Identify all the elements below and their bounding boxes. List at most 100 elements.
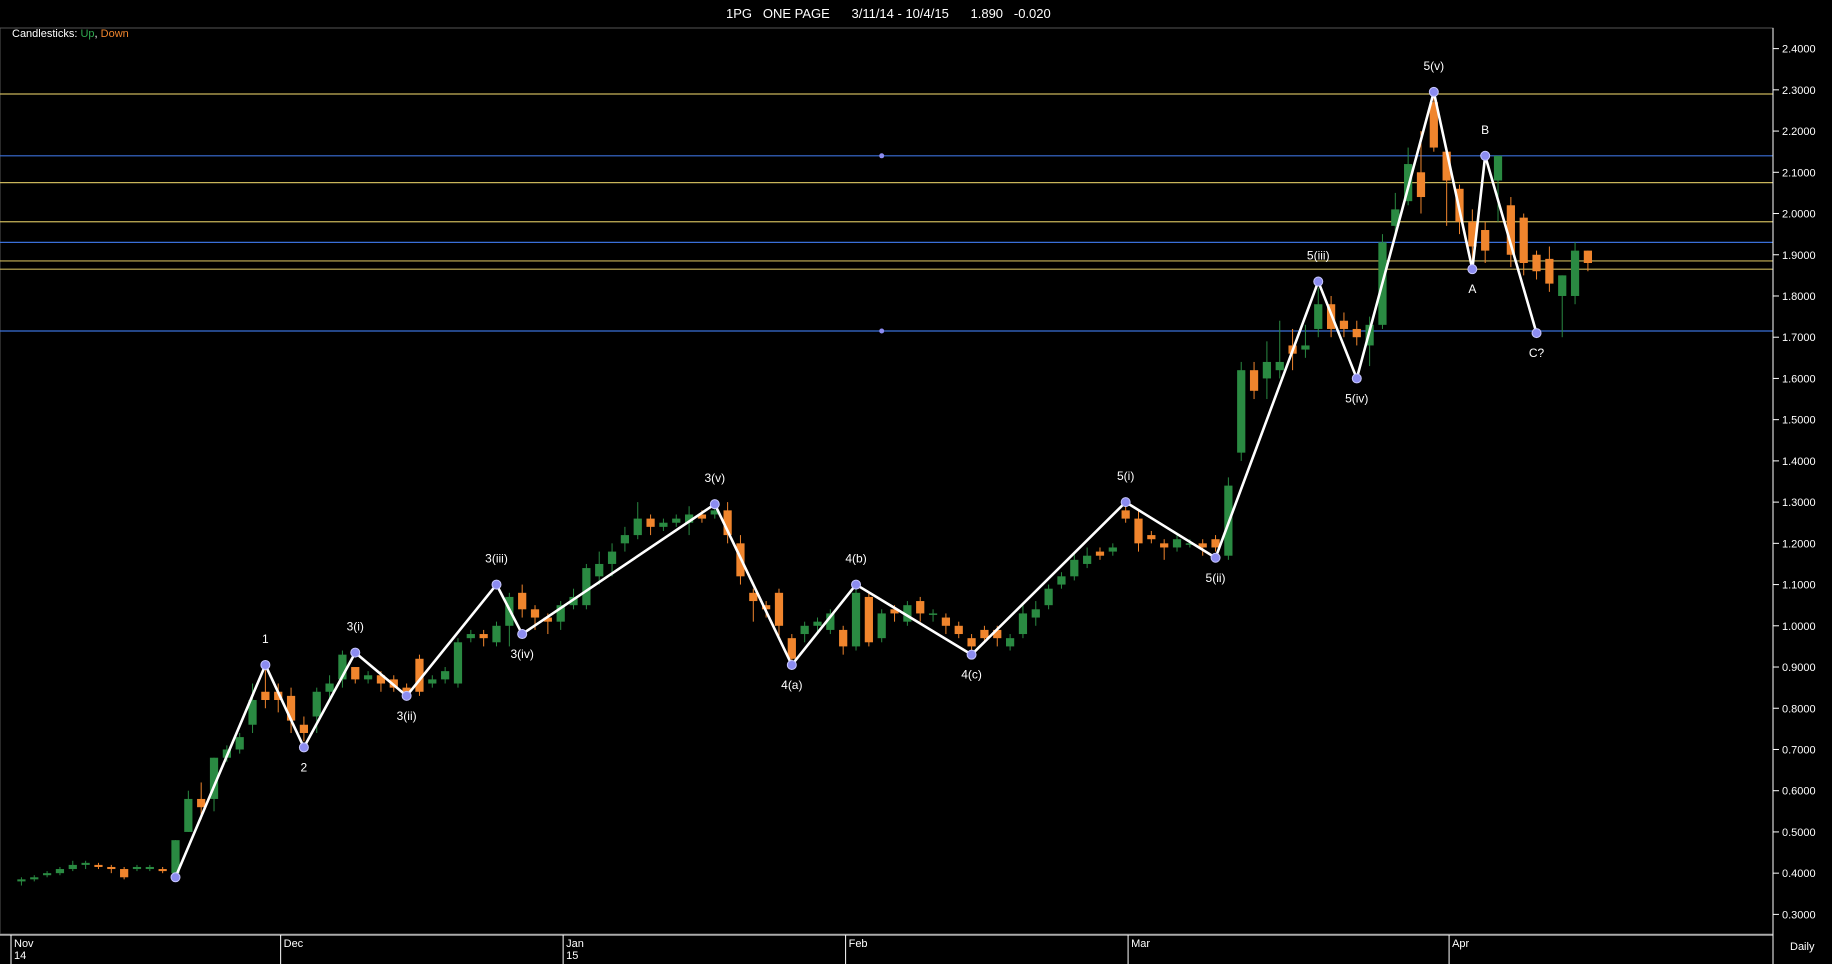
candle-up <box>1275 361 1284 371</box>
candle-down <box>646 518 655 527</box>
candle-up <box>928 613 938 615</box>
wave-label: 5(v) <box>1423 59 1444 73</box>
wave-label: 3(ii) <box>397 709 417 723</box>
x-month-label: Nov <box>14 938 34 950</box>
wave-point <box>1531 328 1542 339</box>
candle-down <box>980 629 989 639</box>
x-month-label: Dec <box>284 938 304 950</box>
y-tick-label: 2.1000 <box>1782 167 1816 179</box>
fib-marker-dot <box>879 153 885 159</box>
candle-up <box>466 634 475 639</box>
candle-down <box>1121 510 1130 519</box>
candle-up <box>363 675 373 680</box>
candle-down <box>1339 320 1349 329</box>
candle-up <box>235 737 244 750</box>
wave-point <box>1480 150 1491 161</box>
wave-point <box>786 659 797 670</box>
candle-down <box>351 667 360 680</box>
y-tick-label: 0.8000 <box>1782 703 1816 715</box>
candle-down <box>261 691 270 701</box>
wave-label: B <box>1481 123 1489 137</box>
candle-up <box>132 866 142 870</box>
y-tick-label: 1.4000 <box>1782 456 1816 468</box>
y-tick-label: 0.7000 <box>1782 744 1816 756</box>
candle-up <box>145 866 154 870</box>
wave-point <box>350 647 361 658</box>
y-tick-label: 2.2000 <box>1782 126 1816 138</box>
wave-point <box>170 872 181 883</box>
candle-up <box>800 625 809 635</box>
y-tick-label: 0.3000 <box>1782 909 1816 921</box>
x-month-label: Jan <box>566 938 584 950</box>
candle-down <box>864 596 873 643</box>
candle-up <box>813 621 822 626</box>
x-month-label: Feb <box>849 938 868 950</box>
wave-point <box>709 499 720 510</box>
wave-label: A <box>1468 282 1476 296</box>
candle-down <box>107 866 116 870</box>
candle-up <box>1018 613 1028 635</box>
candle-up <box>1108 547 1117 552</box>
candle-up <box>1493 155 1503 181</box>
candle-up <box>55 869 65 874</box>
wave-label: 3(i) <box>347 620 364 634</box>
candle-up <box>1314 304 1323 329</box>
candle-down <box>1583 250 1593 263</box>
candle-down <box>787 638 796 659</box>
y-tick-label: 1.3000 <box>1782 497 1816 509</box>
plot-frame <box>0 27 1774 935</box>
candle-up <box>42 873 52 876</box>
candle-down <box>1545 258 1554 284</box>
candle-down <box>967 638 976 647</box>
candle-down <box>1095 551 1105 556</box>
wave-label: 5(i) <box>1117 469 1134 483</box>
candle-up <box>428 679 437 684</box>
candle-up <box>81 862 90 865</box>
y-tick-label: 0.5000 <box>1782 827 1816 839</box>
wave-label: 5(ii) <box>1206 571 1226 585</box>
candle-up <box>659 522 668 527</box>
candle-up <box>620 535 630 544</box>
x-year-label: 15 <box>566 950 578 962</box>
candle-down <box>1352 328 1361 338</box>
candle-up <box>877 613 886 639</box>
wave-point <box>1467 264 1478 275</box>
candle-up <box>1031 609 1040 618</box>
candle-up <box>1237 370 1246 453</box>
y-tick-label: 1.2000 <box>1782 538 1816 550</box>
wave-label: C? <box>1529 346 1545 360</box>
price-chart[interactable]: 1 2 3(i) 3(ii) 3(iii) 3(iv) 3(v) 4(a) 4(b) 4(c) 5(… <box>0 0 1832 964</box>
candle-down <box>479 634 488 639</box>
candle-up <box>1070 559 1079 577</box>
candle-up <box>68 864 77 870</box>
wave-label: 2 <box>301 760 308 774</box>
candle-down <box>197 798 206 808</box>
candle-up <box>672 518 681 523</box>
y-tick-label: 1.1000 <box>1782 580 1816 592</box>
candle-down <box>1249 370 1259 391</box>
y-axis: 0.3000 0.4000 0.5000 0.6000 0.7000 0.8000 0.90… <box>1772 28 1816 935</box>
y-tick-label: 1.7000 <box>1782 332 1816 344</box>
candle-down <box>749 592 758 602</box>
wave-point <box>298 742 309 753</box>
candle-down <box>299 724 309 733</box>
candle-down <box>1416 172 1426 198</box>
candle-up <box>1301 345 1310 350</box>
wave-point <box>260 659 271 670</box>
wave-label: 4(b) <box>845 552 866 566</box>
x-axis: Nov14 Dec Jan15 Feb Mar Apr <box>0 934 1774 964</box>
candle-up <box>312 691 321 717</box>
candlesticks <box>17 93 1593 886</box>
candle-down <box>1519 217 1528 263</box>
wave-label: 1 <box>262 632 269 646</box>
period-label[interactable]: Daily <box>1790 941 1814 953</box>
candle-up <box>1005 638 1015 647</box>
x-month-label: Mar <box>1131 938 1150 950</box>
wave-label: 3(v) <box>704 471 725 485</box>
candle-up <box>1044 588 1053 606</box>
wave-point <box>491 579 502 590</box>
candle-up <box>595 563 604 577</box>
candle-up <box>1570 250 1580 296</box>
candle-down <box>1160 543 1169 548</box>
y-tick-label: 1.6000 <box>1782 373 1816 385</box>
